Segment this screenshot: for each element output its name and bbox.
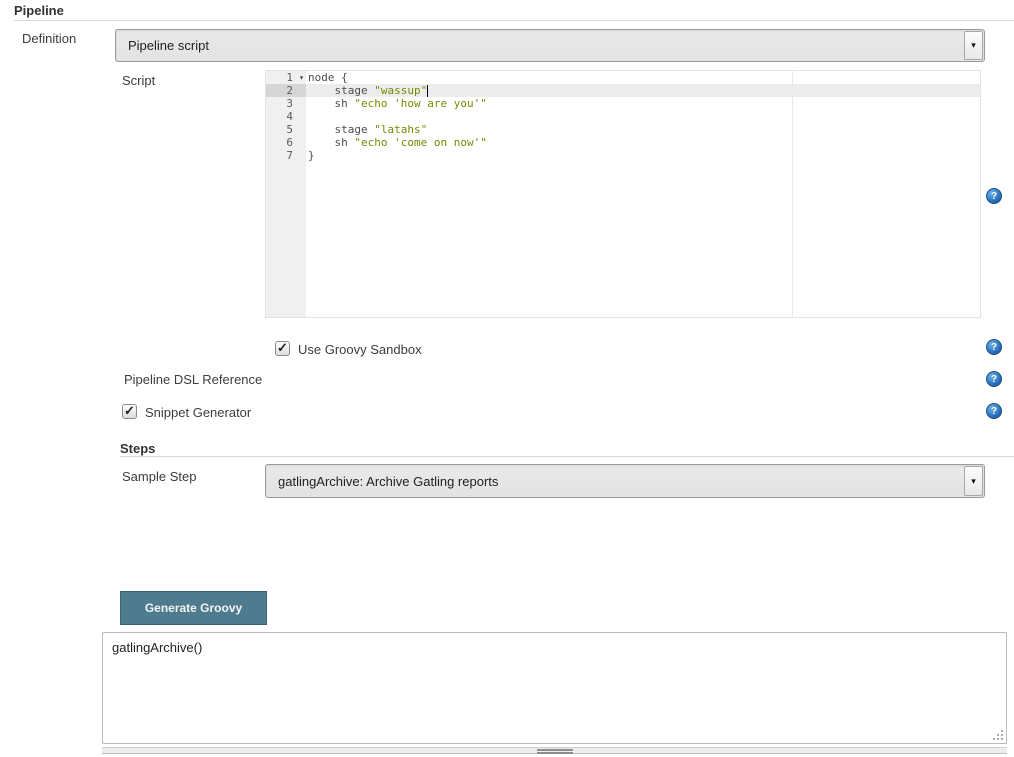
definition-label: Definition (22, 31, 76, 46)
code-line[interactable]: stage "latahs" (306, 123, 980, 136)
script-label: Script (122, 73, 155, 88)
pipeline-config-page: Pipeline Definition Pipeline script ▾ Sc… (0, 0, 1014, 757)
use-groovy-sandbox-checkbox[interactable]: ✓ (275, 341, 290, 356)
code-string-token: "wassup" (374, 84, 427, 97)
question-mark-icon: ? (991, 406, 997, 417)
fold-arrow-icon[interactable]: ▾ (299, 71, 304, 84)
definition-select[interactable]: Pipeline script ▾ (115, 29, 985, 62)
code-plain-token: stage (308, 123, 374, 136)
checkmark-icon: ✓ (124, 404, 135, 417)
editor-gutter: 1▾234567 (266, 71, 306, 317)
checkmark-icon: ✓ (277, 341, 288, 354)
gutter-line-number: 1▾ (266, 71, 306, 84)
pipeline-script-editor[interactable]: 1▾234567 node { stage "wassup" sh "echo … (265, 70, 981, 318)
sample-step-select[interactable]: gatlingArchive: Archive Gatling reports … (265, 464, 985, 498)
steps-section-title: Steps (120, 441, 155, 456)
code-line[interactable]: sh "echo 'how are you'" (306, 97, 980, 110)
dsl-reference-help-icon[interactable]: ? (986, 371, 1002, 387)
textarea-resize-grip[interactable] (993, 730, 1004, 741)
sample-step-select-arrow-button[interactable]: ▾ (964, 466, 983, 496)
code-line[interactable]: } (306, 149, 980, 162)
snippet-generator-checkbox[interactable]: ✓ (122, 404, 137, 419)
script-help-icon[interactable]: ? (986, 188, 1002, 204)
textarea-drag-handle[interactable] (102, 747, 1007, 754)
code-line[interactable] (306, 110, 980, 123)
code-string-token: "echo 'come on now'" (354, 136, 486, 149)
question-mark-icon: ? (991, 342, 997, 353)
code-string-token: "latahs" (374, 123, 427, 136)
gutter-line-number: 2 (266, 84, 306, 97)
pipeline-dsl-reference-link[interactable]: Pipeline DSL Reference (124, 372, 262, 387)
code-plain-token: sh (308, 97, 354, 110)
gutter-line-number: 4 (266, 110, 306, 123)
sample-step-select-value: gatlingArchive: Archive Gatling reports (266, 474, 964, 489)
code-plain-token: sh (308, 136, 354, 149)
use-groovy-sandbox-label: Use Groovy Sandbox (298, 342, 422, 357)
text-cursor (427, 85, 428, 97)
code-string-token: "echo 'how are you'" (354, 97, 486, 110)
editor-code-area[interactable]: node { stage "wassup" sh "echo 'how are … (306, 71, 980, 317)
gutter-line-number: 7 (266, 149, 306, 162)
sample-step-label: Sample Step (122, 469, 196, 484)
code-plain-token: stage (308, 84, 374, 97)
steps-section-divider (120, 456, 1014, 457)
question-mark-icon: ? (991, 374, 997, 385)
groovy-output-textarea[interactable]: gatlingArchive() (102, 632, 1007, 744)
gutter-line-number: 6 (266, 136, 306, 149)
sandbox-help-icon[interactable]: ? (986, 339, 1002, 355)
code-line[interactable]: sh "echo 'come on now'" (306, 136, 980, 149)
pipeline-section-title: Pipeline (14, 3, 64, 18)
question-mark-icon: ? (991, 191, 997, 202)
gutter-line-number: 5 (266, 123, 306, 136)
snippet-generator-label: Snippet Generator (145, 405, 251, 420)
code-plain-token: node { (308, 71, 348, 84)
code-line[interactable]: node { (306, 71, 980, 84)
definition-select-arrow-button[interactable]: ▾ (964, 31, 983, 60)
drag-grip-icon (537, 749, 573, 754)
chevron-down-icon: ▾ (971, 477, 976, 486)
definition-select-value: Pipeline script (116, 38, 964, 53)
gutter-line-number: 3 (266, 97, 306, 110)
snippet-generator-help-icon[interactable]: ? (986, 403, 1002, 419)
chevron-down-icon: ▾ (971, 41, 976, 50)
code-line[interactable]: stage "wassup" (266, 84, 980, 97)
pipeline-section-divider (14, 20, 1014, 21)
generate-groovy-button[interactable]: Generate Groovy (120, 591, 267, 625)
code-plain-token: } (308, 149, 315, 162)
